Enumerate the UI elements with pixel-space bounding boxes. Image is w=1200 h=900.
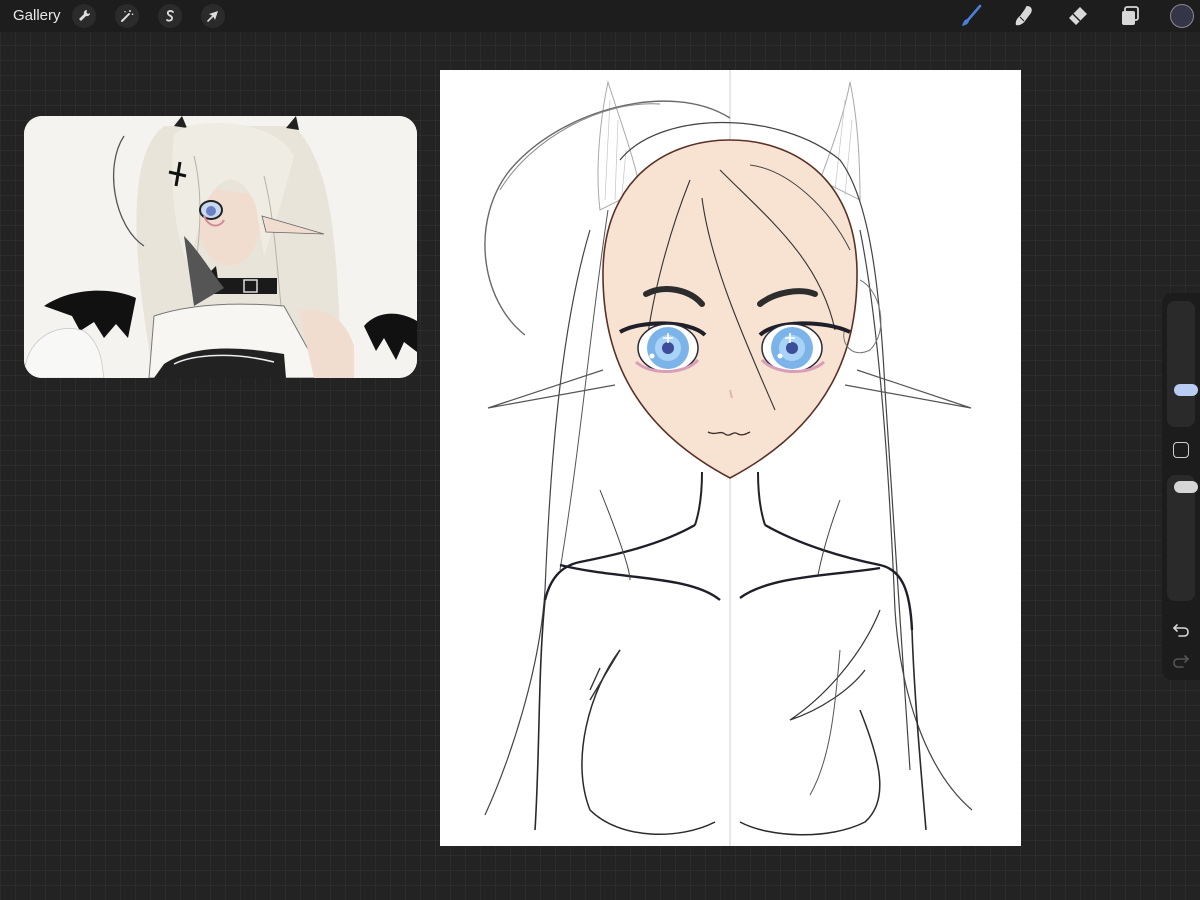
drawing-canvas[interactable]	[440, 70, 1021, 846]
actions-button[interactable]	[72, 4, 96, 28]
eraser-tool[interactable]	[1064, 3, 1090, 29]
modify-button[interactable]	[1173, 442, 1189, 458]
brush-opacity-slider[interactable]	[1167, 475, 1198, 601]
redo-button[interactable]	[1171, 651, 1191, 671]
brush-size-thumb[interactable]	[1174, 384, 1198, 396]
brush-sidebar	[1162, 293, 1200, 680]
top-toolbar: Gallery	[0, 0, 1200, 32]
reference-window[interactable]	[24, 116, 417, 378]
undo-button[interactable]	[1171, 620, 1191, 640]
arrow-cursor-icon	[207, 11, 218, 22]
layers-button[interactable]	[1117, 3, 1143, 29]
color-picker-button[interactable]	[1170, 4, 1194, 28]
magic-wand-icon	[121, 10, 134, 22]
brush-size-slider[interactable]	[1167, 301, 1198, 427]
line-art-sketch	[484, 70, 973, 846]
brush-opacity-thumb[interactable]	[1174, 481, 1198, 493]
paintbrush-icon	[962, 4, 982, 26]
smudge-tool[interactable]	[1011, 3, 1037, 29]
reference-image	[24, 116, 417, 378]
smudge-finger-icon	[1015, 6, 1032, 26]
selection-button[interactable]	[158, 4, 182, 28]
layers-icon	[1122, 6, 1139, 25]
gallery-button[interactable]: Gallery	[13, 7, 61, 24]
redo-icon	[1173, 655, 1190, 668]
selection-s-icon	[166, 10, 174, 22]
eraser-icon	[1069, 7, 1087, 25]
transform-button[interactable]	[201, 4, 225, 28]
undo-icon	[1172, 624, 1189, 637]
adjustments-button[interactable]	[115, 4, 139, 28]
wrench-icon	[79, 9, 91, 21]
brush-tool[interactable]	[958, 3, 984, 29]
